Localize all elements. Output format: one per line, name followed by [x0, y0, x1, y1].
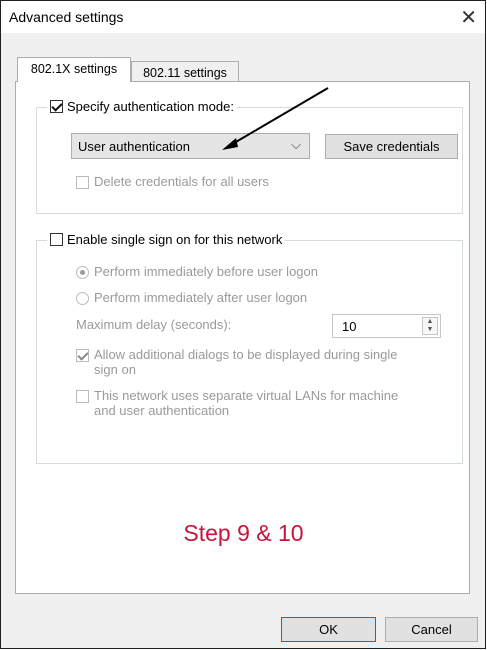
separate-vlan-label-line2: and user authentication: [94, 403, 230, 418]
separate-vlan-checkbox[interactable]: [76, 390, 89, 403]
window-title: Advanced settings: [9, 9, 124, 25]
ok-button[interactable]: OK: [281, 617, 376, 642]
delete-credentials-checkbox[interactable]: [76, 176, 89, 189]
perform-before-logon-radio[interactable]: [76, 266, 89, 279]
sso-header: Enable single sign on for this network: [47, 232, 286, 248]
save-credentials-button[interactable]: Save credentials: [325, 134, 458, 159]
auth-mode-selected-value: User authentication: [78, 139, 191, 154]
separate-vlan-label-line1: This network uses separate virtual LANs …: [94, 388, 399, 403]
enable-sso-checkbox[interactable]: [50, 233, 63, 246]
allow-dialogs-label-line1: Allow additional dialogs to be displayed…: [94, 347, 398, 362]
allow-dialogs-label-line2: sign on: [94, 362, 136, 377]
title-bar: Advanced settings ✕: [1, 1, 485, 33]
specify-auth-mode-checkbox[interactable]: [50, 100, 63, 113]
specify-auth-mode-label: Specify authentication mode:: [67, 99, 234, 114]
tab-802-11-settings[interactable]: 802.11 settings: [131, 61, 239, 83]
perform-after-logon-radio[interactable]: [76, 292, 89, 305]
close-icon[interactable]: ✕: [460, 5, 477, 30]
max-delay-spinbox[interactable]: 10 ▲ ▼: [332, 314, 441, 338]
allow-dialogs-checkbox[interactable]: [76, 349, 89, 362]
cancel-button[interactable]: Cancel: [385, 617, 478, 642]
step-annotation: Step 9 & 10: [183, 520, 304, 546]
perform-before-logon-label: Perform immediately before user logon: [94, 264, 318, 279]
auth-mode-group: [36, 107, 463, 214]
max-delay-label: Maximum delay (seconds):: [76, 317, 232, 332]
auth-mode-dropdown[interactable]: User authentication ⌵: [71, 133, 310, 159]
spin-up-icon[interactable]: ▲: [423, 318, 437, 326]
spin-down-icon[interactable]: ▼: [423, 326, 437, 334]
tab-802-1x-settings[interactable]: 802.1X settings: [17, 57, 131, 82]
spin-buttons: ▲ ▼: [422, 317, 438, 335]
auth-mode-header: Specify authentication mode:: [47, 99, 237, 115]
perform-after-logon-label: Perform immediately after user logon: [94, 290, 308, 305]
enable-sso-label: Enable single sign on for this network: [67, 232, 283, 247]
max-delay-value: 10: [342, 319, 357, 334]
chevron-down-icon: ⌵: [291, 137, 301, 152]
delete-credentials-label: Delete credentials for all users: [94, 174, 269, 189]
